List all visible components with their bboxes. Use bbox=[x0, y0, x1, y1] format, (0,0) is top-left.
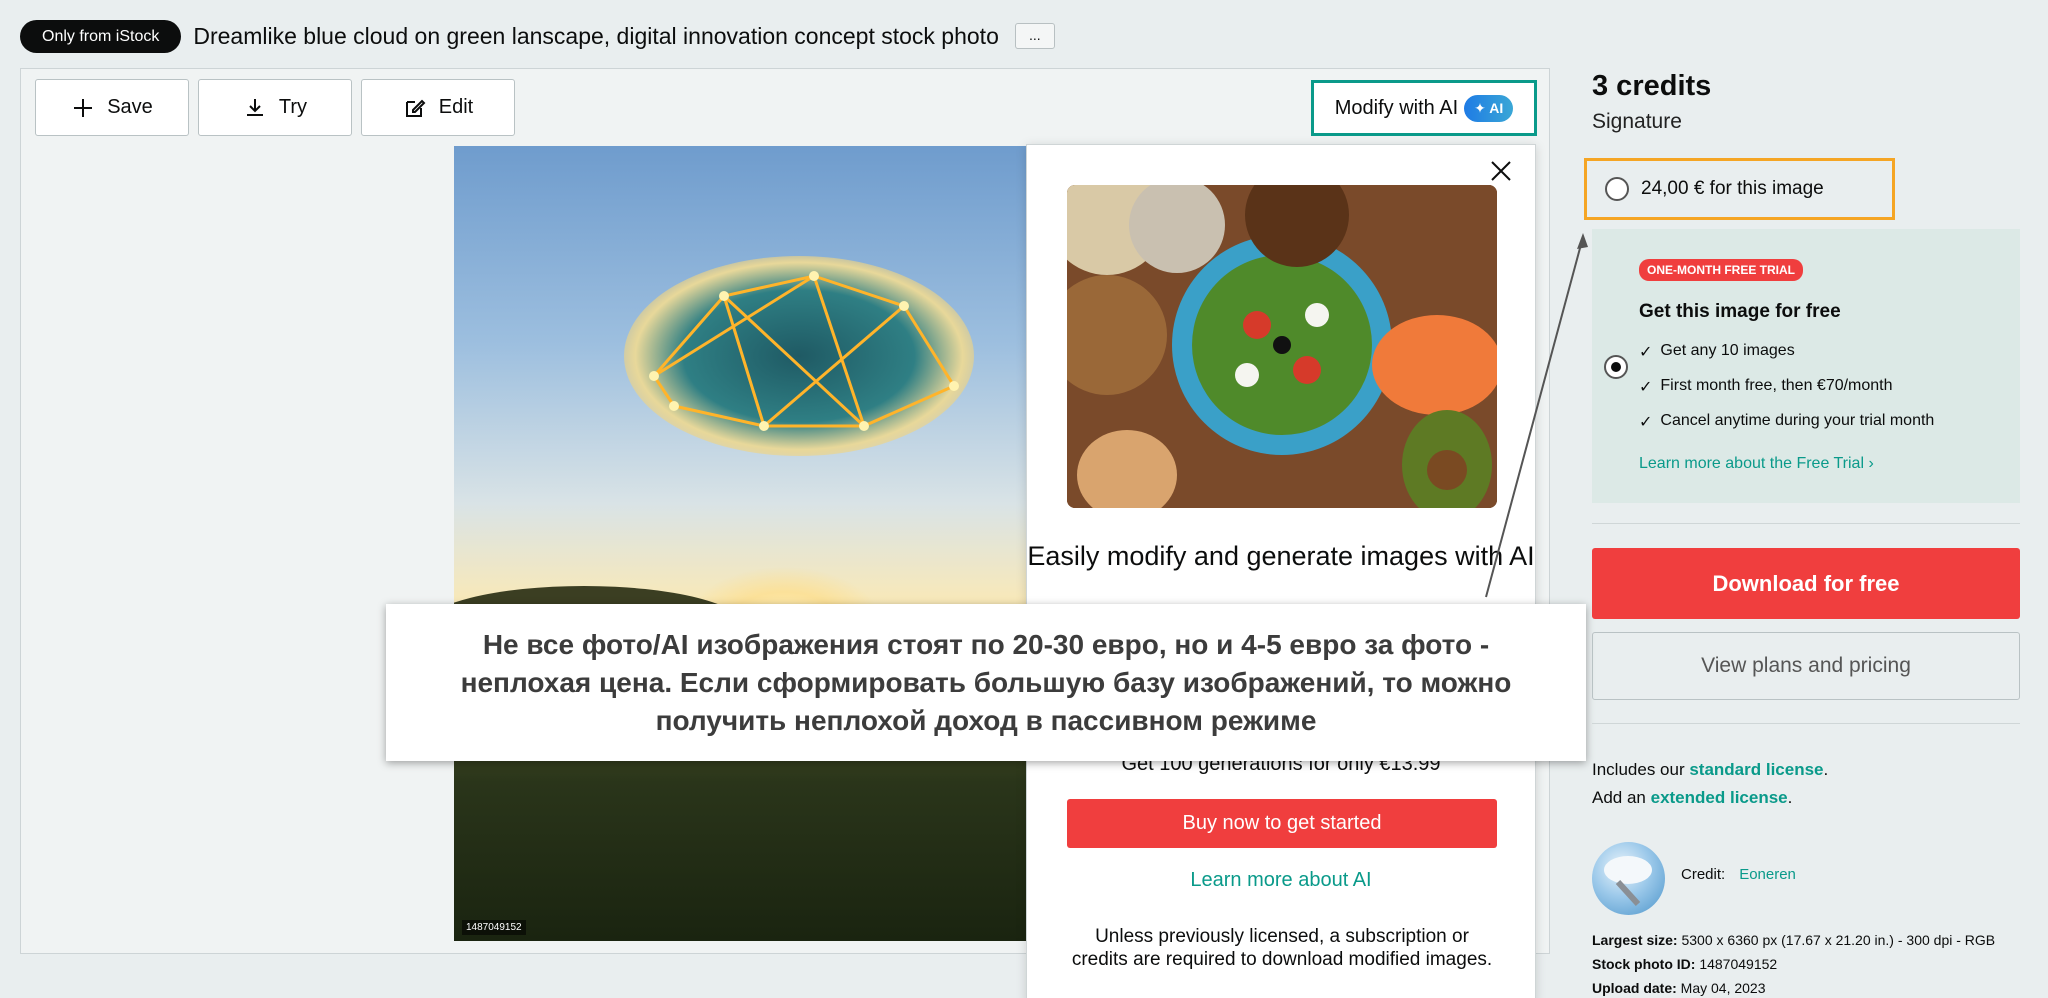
trial-benefits: ✓ Get any 10 images ✓ First month free, th… bbox=[1639, 342, 1934, 447]
price-option[interactable]: 24,00 € for this image bbox=[1584, 158, 1895, 220]
price-option-label: 24,00 € for this image bbox=[1641, 178, 1824, 199]
avatar[interactable] bbox=[1592, 842, 1665, 915]
buy-now-button[interactable]: Buy now to get started bbox=[1067, 799, 1497, 848]
photo-id-label: 1487049152 bbox=[462, 920, 526, 935]
ai-badge: ✦ AI bbox=[1464, 94, 1514, 122]
list-item: ✓ Get any 10 images bbox=[1639, 342, 1934, 377]
meta-label: Stock photo ID: bbox=[1592, 956, 1696, 972]
price-radio[interactable] bbox=[1605, 177, 1629, 201]
header-bar: Only from iStock Dreamlike blue cloud on… bbox=[20, 16, 2048, 56]
trial-radio[interactable] bbox=[1604, 355, 1628, 379]
credit-line: Credit: Eoneren bbox=[1681, 866, 1796, 883]
modify-with-ai-button[interactable]: Modify with AI ✦ AI bbox=[1311, 80, 1537, 136]
check-icon: ✓ bbox=[1639, 344, 1653, 361]
benefit-text: First month free, then €70/month bbox=[1660, 377, 1893, 394]
list-item: ✓ Cancel anytime during your trial month bbox=[1639, 412, 1934, 447]
exclusive-badge: Only from iStock bbox=[20, 19, 182, 53]
modify-label: Modify with AI bbox=[1334, 96, 1459, 119]
cloud-avatar-image bbox=[1604, 856, 1652, 907]
image-toolbar: Save Try Edit bbox=[35, 79, 515, 136]
tier-label: Signature bbox=[1592, 110, 1682, 133]
page-title: Dreamlike blue cloud on green lanscape, … bbox=[193, 22, 999, 49]
license-text: . bbox=[1787, 788, 1793, 807]
check-icon: ✓ bbox=[1639, 379, 1653, 396]
extended-license-link[interactable]: extended license bbox=[1651, 788, 1788, 807]
meta-label: Largest size: bbox=[1592, 932, 1678, 948]
more-button[interactable]: ... bbox=[1014, 23, 1055, 49]
license-text: . bbox=[1823, 760, 1829, 779]
close-icon[interactable] bbox=[1489, 159, 1513, 183]
save-label: Save bbox=[107, 96, 153, 118]
license-text: Add an bbox=[1592, 788, 1651, 807]
ai-badge-label: AI bbox=[1489, 99, 1504, 116]
meta-upload-date: Upload date: May 04, 2023 bbox=[1592, 980, 1766, 996]
divider bbox=[1592, 523, 2020, 524]
meta-label: Upload date: bbox=[1592, 980, 1677, 996]
list-item: ✓ First month free, then €70/month bbox=[1639, 377, 1934, 412]
trial-heading: Get this image for free bbox=[1639, 301, 1841, 322]
edit-button[interactable]: Edit bbox=[361, 79, 515, 136]
credit-author-link[interactable]: Eoneren bbox=[1739, 866, 1796, 883]
meta-value: 5300 x 6360 px (17.67 x 21.20 in.) - 300… bbox=[1681, 932, 1996, 948]
free-trial-option[interactable]: ONE-MONTH FREE TRIAL Get this image for … bbox=[1592, 229, 2020, 503]
try-button[interactable]: Try bbox=[198, 79, 352, 136]
food-bowl-image bbox=[1067, 185, 1497, 508]
download-button[interactable]: Download for free bbox=[1592, 548, 2020, 619]
check-icon: ✓ bbox=[1639, 414, 1653, 431]
benefit-text: Cancel anytime during your trial month bbox=[1660, 412, 1935, 429]
license-line-standard: Includes our standard license. bbox=[1592, 760, 1828, 780]
salad-illustration bbox=[1067, 185, 1497, 508]
ai-promo-popup: Easily modify and generate images with A… bbox=[1026, 144, 1536, 998]
meta-stock-id: Stock photo ID: 1487049152 bbox=[1592, 956, 1777, 972]
benefit-text: Get any 10 images bbox=[1660, 342, 1795, 359]
free-trial-link[interactable]: Learn more about the Free Trial › bbox=[1639, 455, 1874, 473]
meta-value: May 04, 2023 bbox=[1680, 980, 1766, 996]
edit-icon bbox=[405, 99, 426, 117]
plus-icon bbox=[74, 98, 93, 117]
license-line-extended: Add an extended license. bbox=[1592, 788, 1792, 808]
learn-more-ai-link[interactable]: Learn more about AI bbox=[1027, 869, 1535, 892]
edit-label: Edit bbox=[438, 96, 474, 118]
license-text: Includes our bbox=[1592, 760, 1690, 779]
popup-title: Easily modify and generate images with A… bbox=[1027, 541, 1535, 571]
meta-value: 1487049152 bbox=[1699, 956, 1778, 972]
popup-note: Unless previously licensed, a subscripti… bbox=[1071, 926, 1493, 970]
standard-license-link[interactable]: standard license bbox=[1689, 760, 1823, 779]
try-label: Try bbox=[278, 96, 308, 118]
glowing-cloud-illustration bbox=[624, 256, 974, 456]
stock-photo[interactable]: 1487049152 bbox=[454, 146, 1036, 941]
view-plans-button[interactable]: View plans and pricing bbox=[1592, 632, 2020, 700]
trial-badge: ONE-MONTH FREE TRIAL bbox=[1639, 259, 1803, 281]
credit-label: Credit: bbox=[1681, 866, 1726, 883]
save-button[interactable]: Save bbox=[35, 79, 189, 136]
meta-largest: Largest size: 5300 x 6360 px (17.67 x 21… bbox=[1592, 932, 1995, 948]
caption-overlay: Не все фото/AI изображения стоят по 20-3… bbox=[386, 604, 1586, 761]
divider bbox=[1592, 723, 2020, 724]
credits-heading: 3 credits bbox=[1592, 70, 1712, 102]
download-icon bbox=[246, 98, 263, 116]
